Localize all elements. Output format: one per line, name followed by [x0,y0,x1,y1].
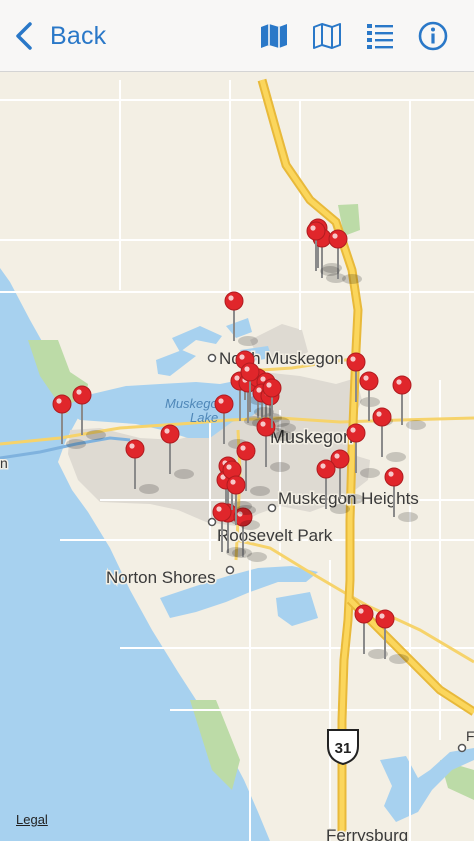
info-icon [418,21,448,51]
label-ferrysburg: Ferrysburg [326,826,408,841]
label-edge-f: F [466,728,474,744]
map-outline-icon [313,23,341,49]
label-norton-shores: Norton Shores [106,568,216,587]
info-button[interactable] [416,19,450,53]
back-label: Back [50,21,107,50]
map-outline-button[interactable] [310,19,344,53]
map-filled-icon [261,24,287,48]
label-muskegon-lake-2: Lake [190,410,218,425]
label-roosevelt-park: Roosevelt Park [217,526,333,545]
back-button[interactable]: Back [14,14,106,58]
map-view[interactable]: 31 North Muskegon Muskegon Muskegon Heig… [0,0,474,841]
route-number: 31 [335,740,352,757]
us-31-shield-icon: 31 [327,729,359,766]
list-icon [367,24,393,49]
map-view-button[interactable] [257,19,291,53]
list-view-button[interactable] [363,19,397,53]
chevron-left-icon [16,22,32,50]
legal-link[interactable]: Legal [16,812,48,827]
navigation-bar: Back [0,0,474,72]
label-edge-n: n [0,455,8,471]
